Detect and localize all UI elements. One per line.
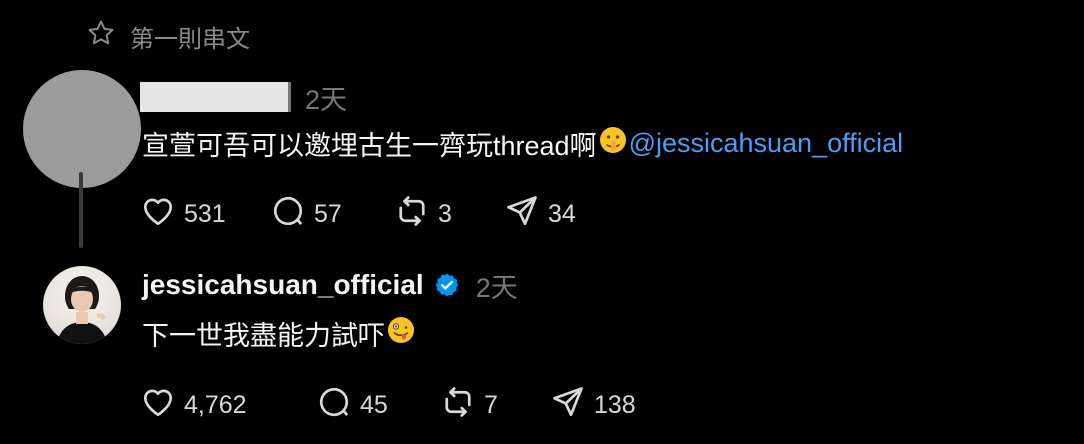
repost-count: 3 <box>438 200 452 228</box>
post-time: 2天 <box>475 272 518 303</box>
zany-face-emoji <box>387 316 415 351</box>
post2-actions: 4,762 45 7 138 <box>140 384 636 427</box>
post2-text: 下一世我盡能力試吓 <box>142 314 417 352</box>
share-count: 34 <box>548 200 576 228</box>
like-button[interactable]: 4,762 <box>140 384 316 427</box>
thread-connector-line <box>79 172 83 248</box>
star-icon <box>86 18 116 55</box>
avatar[interactable] <box>23 70 141 188</box>
send-icon <box>504 193 540 236</box>
post2-body: 下一世我盡能力試吓 <box>142 320 385 351</box>
avatar[interactable] <box>43 266 121 344</box>
first-thread-label: 第一則串文 <box>86 18 250 54</box>
reply-button[interactable]: 45 <box>316 384 440 427</box>
share-button[interactable]: 34 <box>504 193 576 236</box>
post1-actions: 531 57 3 34 <box>140 193 576 236</box>
send-icon <box>550 384 586 427</box>
redacted-username <box>140 82 288 112</box>
reply-button[interactable]: 57 <box>270 193 394 236</box>
username[interactable]: jessicahsuan_official <box>142 269 424 301</box>
repost-count: 7 <box>484 391 498 419</box>
shushing-face-emoji <box>599 126 627 161</box>
post-time: 2天 <box>305 84 348 115</box>
heart-icon <box>140 384 176 427</box>
repost-icon <box>394 193 430 236</box>
like-count: 4,762 <box>184 391 247 419</box>
post1-body: 宣萱可吾可以邀埋古生一齊玩thread啊 <box>142 130 597 161</box>
like-count: 531 <box>184 200 226 228</box>
reply-count: 45 <box>360 391 388 419</box>
thread-view: 第一則串文 2天 宣萱可吾可以邀埋古生一齊玩thread啊 @jessicahs… <box>0 0 1084 444</box>
verified-badge-icon <box>434 272 460 298</box>
mention-link[interactable]: @jessicahsuan_official <box>629 128 904 159</box>
repost-icon <box>440 384 476 427</box>
heart-icon <box>140 193 176 236</box>
first-thread-text: 第一則串文 <box>130 25 250 53</box>
post1-header: 2天 <box>140 80 348 115</box>
repost-button[interactable]: 7 <box>440 384 550 427</box>
post2-header: jessicahsuan_official 2天 <box>142 267 518 303</box>
like-button[interactable]: 531 <box>140 193 270 236</box>
repost-button[interactable]: 3 <box>394 193 504 236</box>
post1-text: 宣萱可吾可以邀埋古生一齊玩thread啊 @jessicahsuan_offic… <box>142 124 903 162</box>
reply-count: 57 <box>314 200 342 228</box>
comment-icon <box>270 193 306 236</box>
share-count: 138 <box>594 391 636 419</box>
redacted-edge <box>288 82 291 112</box>
share-button[interactable]: 138 <box>550 384 636 427</box>
comment-icon <box>316 384 352 427</box>
